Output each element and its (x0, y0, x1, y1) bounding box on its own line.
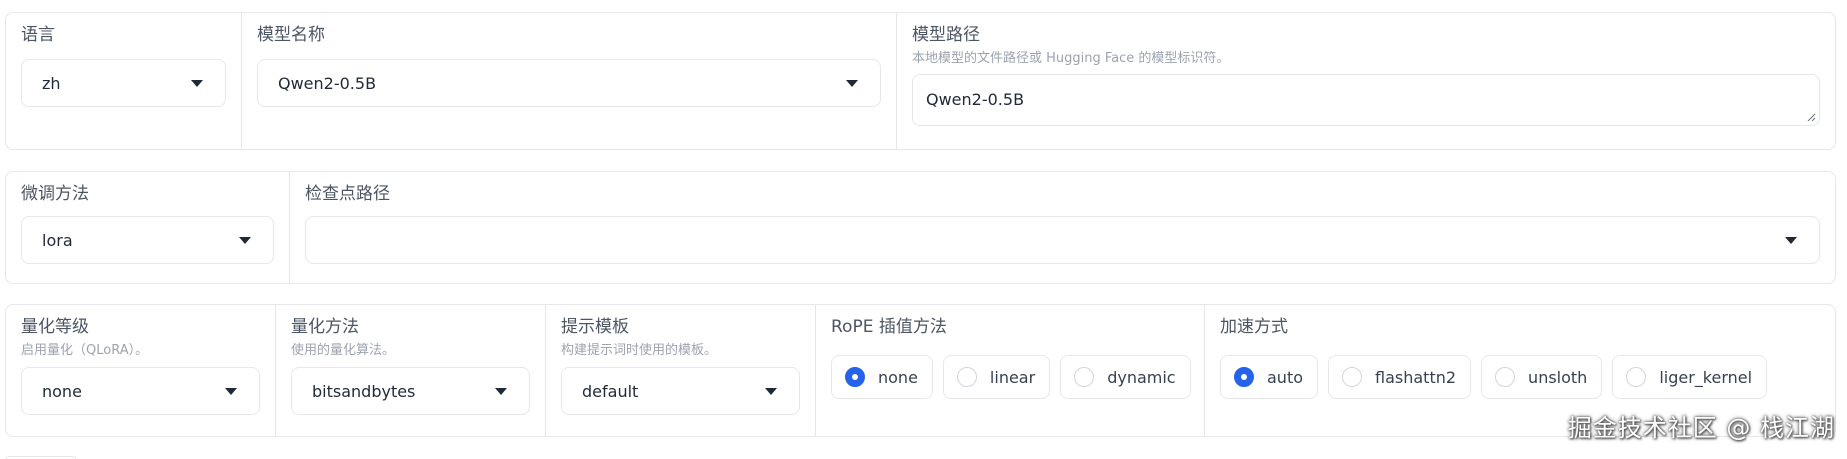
booster-option-auto[interactable]: auto (1220, 355, 1319, 399)
finetuning-type-value: lora (42, 230, 73, 250)
chevron-down-icon (191, 79, 203, 87)
model-path-block: 模型路径 本地模型的文件路径或 Hugging Face 的模型标识符。 Qwe… (897, 13, 1835, 149)
rope-scaling-label: RoPE 插值方法 (831, 317, 947, 337)
finetune-row: 微调方法 lora 检查点路径 (5, 171, 1836, 284)
model-name-value: Qwen2-0.5B (278, 73, 377, 93)
quantization-bit-label: 量化等级 (21, 317, 89, 337)
finetuning-type-label: 微调方法 (21, 184, 89, 204)
quantization-method-block: 量化方法 使用的量化算法。 bitsandbytes (276, 305, 546, 436)
model-path-input[interactable]: Qwen2-0.5B (912, 74, 1820, 126)
rope-scaling-radio-group: none linear dynamic (831, 355, 1191, 399)
watermark-text: 掘金技术社区 @ 栈江湖 (1567, 414, 1835, 442)
finetuning-type-block: 微调方法 lora (6, 172, 290, 283)
model-name-label: 模型名称 (257, 25, 325, 45)
chevron-down-icon (1785, 236, 1797, 244)
template-info: 构建提示词时使用的模板。 (561, 343, 718, 358)
quantization-bit-info: 启用量化（QLoRA）。 (21, 343, 149, 358)
booster-option-flashattn2[interactable]: flashattn2 (1328, 355, 1472, 399)
model-path-value: Qwen2-0.5B (926, 90, 1025, 109)
quantization-bit-block: 量化等级 启用量化（QLoRA）。 none (6, 305, 276, 436)
chevron-down-icon (239, 236, 251, 244)
model-path-info: 本地模型的文件路径或 Hugging Face 的模型标识符。 (912, 51, 1230, 66)
booster-option-label: liger_kernel (1659, 367, 1753, 387)
quantization-bit-dropdown[interactable]: none (21, 367, 260, 415)
template-block: 提示模板 构建提示词时使用的模板。 default (546, 305, 816, 436)
rope-scaling-block: RoPE 插值方法 none linear dynamic (816, 305, 1205, 436)
radio-unselected-icon (1342, 367, 1363, 387)
rope-option-dynamic[interactable]: dynamic (1060, 355, 1191, 399)
chevron-down-icon (846, 79, 858, 87)
language-dropdown[interactable]: zh (21, 59, 226, 107)
resize-grip-icon[interactable] (1806, 112, 1816, 122)
model-path-label: 模型路径 (912, 25, 980, 45)
booster-option-unsloth[interactable]: unsloth (1481, 355, 1603, 399)
model-settings-row: 语言 zh 模型名称 Qwen2-0.5B 模型路径 本地模型的文件路径或 Hu… (5, 12, 1836, 150)
chevron-down-icon (765, 387, 777, 395)
radio-unselected-icon (1495, 367, 1516, 387)
rope-option-label: linear (989, 367, 1036, 387)
quantization-method-label: 量化方法 (291, 317, 359, 337)
booster-option-label: flashattn2 (1375, 367, 1457, 387)
language-value: zh (42, 73, 61, 93)
rope-option-linear[interactable]: linear (942, 355, 1051, 399)
finetuning-type-dropdown[interactable]: lora (21, 216, 274, 264)
checkpoint-path-block: 检查点路径 (290, 172, 1835, 283)
checkpoint-path-dropdown[interactable] (305, 216, 1820, 264)
booster-option-liger-kernel[interactable]: liger_kernel (1612, 355, 1768, 399)
template-dropdown[interactable]: default (561, 367, 800, 415)
chevron-down-icon (225, 387, 237, 395)
booster-option-label: unsloth (1528, 367, 1588, 387)
quantization-method-value: bitsandbytes (312, 381, 416, 401)
template-label: 提示模板 (561, 317, 629, 337)
rope-option-none[interactable]: none (831, 355, 933, 399)
quantization-method-dropdown[interactable]: bitsandbytes (291, 367, 530, 415)
rope-option-label: dynamic (1107, 367, 1176, 387)
language-label: 语言 (21, 25, 55, 45)
model-name-block: 模型名称 Qwen2-0.5B (242, 13, 897, 149)
radio-unselected-icon (956, 367, 977, 387)
booster-label: 加速方式 (1220, 317, 1288, 337)
radio-selected-icon (845, 367, 865, 387)
quantization-bit-value: none (42, 381, 82, 401)
advanced-row: 量化等级 启用量化（QLoRA）。 none 量化方法 使用的量化算法。 bit… (5, 304, 1836, 437)
checkpoint-path-label: 检查点路径 (305, 184, 390, 204)
booster-radio-group: auto flashattn2 unsloth liger_kernel (1220, 355, 1820, 399)
radio-unselected-icon (1626, 367, 1647, 387)
rope-option-label: none (878, 367, 918, 387)
template-value: default (582, 381, 639, 401)
booster-option-label: auto (1267, 367, 1304, 387)
chevron-down-icon (495, 387, 507, 395)
quantization-method-info: 使用的量化算法。 (291, 343, 396, 358)
model-name-dropdown[interactable]: Qwen2-0.5B (257, 59, 881, 107)
language-block: 语言 zh (6, 13, 242, 149)
radio-unselected-icon (1074, 367, 1095, 387)
radio-selected-icon (1234, 367, 1254, 387)
